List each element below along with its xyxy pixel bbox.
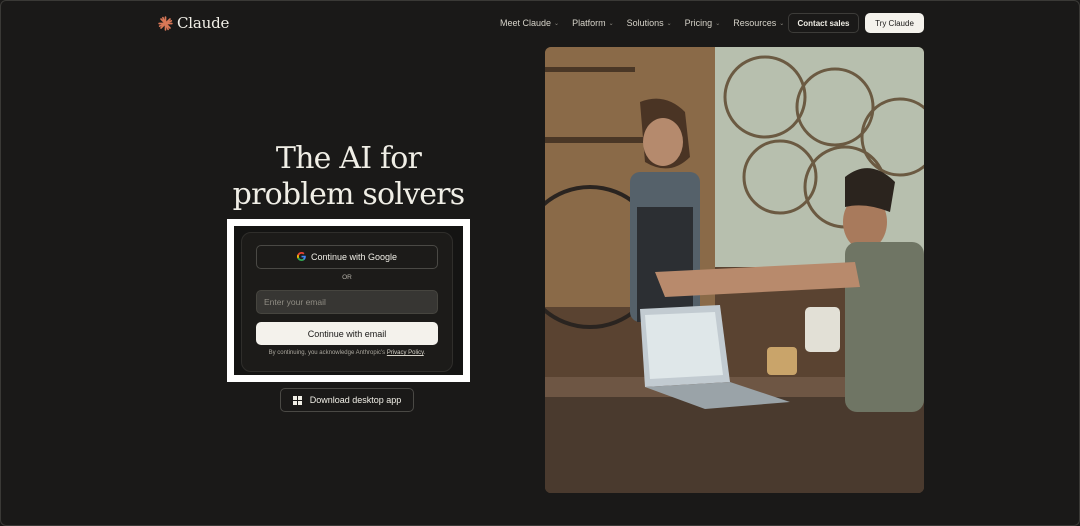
hero-headline: The AI for problem solvers bbox=[227, 141, 470, 213]
nav-solutions[interactable]: Solutions ⌄ bbox=[627, 18, 672, 28]
download-label: Download desktop app bbox=[309, 395, 402, 405]
nav-meet-claude[interactable]: Meet Claude ⌄ bbox=[500, 18, 559, 28]
nav-resources[interactable]: Resources ⌄ bbox=[733, 18, 784, 28]
email-input[interactable] bbox=[256, 290, 438, 314]
workshop-illustration bbox=[545, 47, 924, 493]
chevron-down-icon: ⌄ bbox=[554, 20, 560, 27]
nav-pricing[interactable]: Pricing ⌄ bbox=[685, 18, 721, 28]
nav-label: Platform bbox=[572, 18, 606, 28]
hero-photo bbox=[545, 47, 924, 493]
contact-sales-button[interactable]: Contact sales bbox=[788, 13, 859, 33]
continue-with-email-button[interactable]: Continue with email bbox=[256, 322, 438, 345]
main-nav: Meet Claude ⌄ Platform ⌄ Solutions ⌄ Pricin… bbox=[500, 14, 784, 32]
windows-icon bbox=[292, 395, 302, 405]
claude-logo[interactable]: Claude bbox=[158, 13, 229, 33]
chevron-down-icon: ⌄ bbox=[666, 20, 672, 27]
terms-disclaimer: By continuing, you acknowledge Anthropic… bbox=[246, 350, 448, 356]
claude-starburst-icon bbox=[158, 15, 173, 31]
nav-label: Solutions bbox=[626, 18, 664, 28]
privacy-policy-link[interactable]: Privacy Policy bbox=[387, 350, 424, 356]
headline-line-1: The AI for bbox=[275, 141, 422, 176]
chevron-down-icon: ⌄ bbox=[779, 20, 785, 27]
disclaimer-text: By continuing, you acknowledge Anthropic… bbox=[268, 350, 386, 356]
google-button-label: Continue with Google bbox=[310, 252, 398, 262]
google-icon bbox=[296, 251, 306, 263]
chevron-down-icon: ⌄ bbox=[715, 20, 721, 27]
nav-label: Resources bbox=[733, 18, 777, 28]
try-claude-button[interactable]: Try Claude bbox=[865, 13, 924, 33]
download-desktop-app-button[interactable]: Download desktop app bbox=[280, 388, 414, 412]
disclaimer-suffix: . bbox=[423, 350, 426, 356]
brand-name: Claude bbox=[177, 14, 230, 32]
chevron-down-icon: ⌄ bbox=[608, 20, 614, 27]
continue-with-google-button[interactable]: Continue with Google bbox=[256, 245, 438, 269]
nav-label: Pricing bbox=[684, 18, 713, 28]
or-divider: OR bbox=[342, 274, 352, 281]
nav-label: Meet Claude bbox=[500, 18, 552, 28]
headline-line-2: problem solvers bbox=[232, 177, 465, 212]
nav-platform[interactable]: Platform ⌄ bbox=[572, 18, 614, 28]
